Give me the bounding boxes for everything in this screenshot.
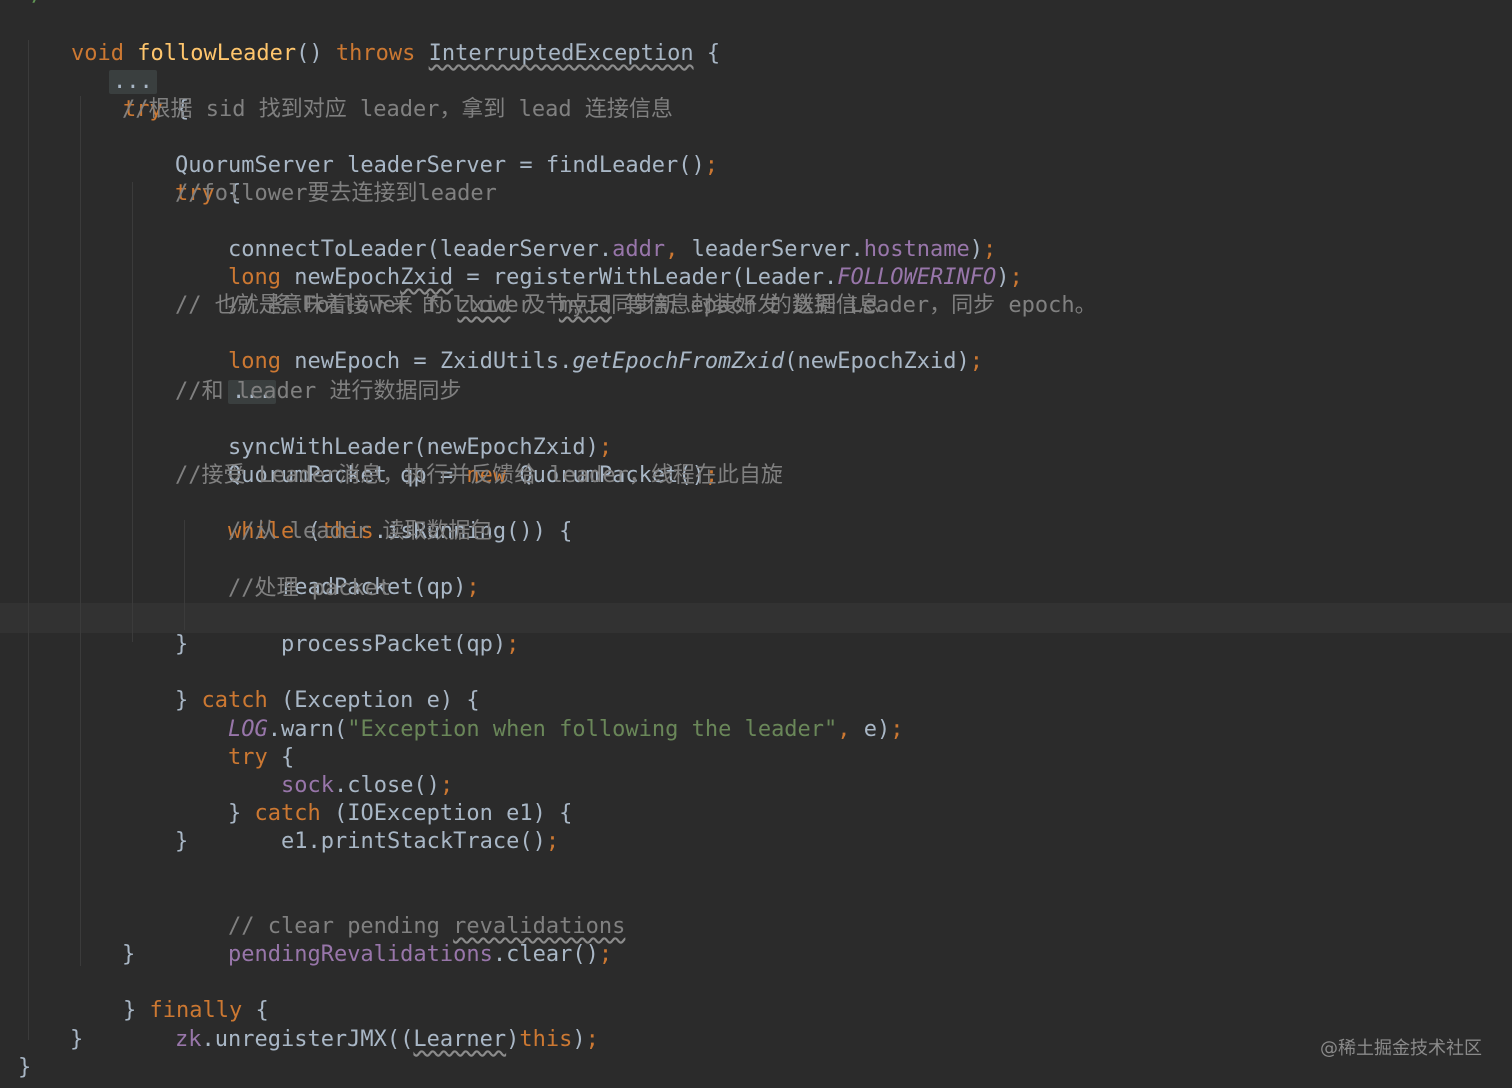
comment-tail: */ bbox=[18, 0, 45, 7]
code-line-23[interactable]: } bbox=[175, 631, 188, 659]
code-line-16[interactable]: QuorumPacket qp = new QuorumPacket(); bbox=[175, 434, 718, 488]
comma: , bbox=[837, 717, 851, 742]
code-line-17[interactable]: //接受 Leader消息，执行并反馈给 leader，线程在此自旋 bbox=[175, 462, 783, 490]
field: zk bbox=[174, 1027, 202, 1052]
code-editor[interactable]: */ void followLeader() throws Interrupte… bbox=[0, 0, 1512, 1088]
code-line-26[interactable]: try { bbox=[175, 716, 294, 770]
current-line-highlight bbox=[0, 603, 1512, 633]
code-line-33[interactable]: } bbox=[122, 941, 135, 969]
code-line-29[interactable]: e1.printStackTrace(); bbox=[228, 800, 559, 854]
semicolon: ; bbox=[466, 575, 480, 600]
string-literal: "Exception when following the leader" bbox=[347, 717, 838, 742]
code-line-20[interactable]: readPacket(qp); bbox=[228, 546, 480, 600]
semicolon: ; bbox=[506, 632, 520, 657]
token: ) bbox=[506, 1027, 520, 1052]
code-line-36[interactable]: } bbox=[70, 1026, 83, 1054]
code-line-18[interactable]: while (this.isRunning()) { bbox=[175, 490, 572, 544]
token: () bbox=[296, 41, 323, 66]
code-line-28[interactable]: } catch (IOException e1) { bbox=[175, 772, 572, 826]
indent-guide bbox=[132, 182, 133, 642]
code-line-3[interactable]: try { bbox=[70, 68, 189, 122]
code-line-4[interactable]: //根据 sid 找到对应 leader，拿到 lead 连接信息 bbox=[122, 96, 673, 124]
type-name: Learner bbox=[413, 1027, 507, 1052]
code-line-30[interactable]: } bbox=[175, 828, 188, 856]
code-line-37[interactable]: } bbox=[18, 1054, 31, 1082]
indent-guide bbox=[28, 40, 29, 1040]
type-name: InterruptedException bbox=[428, 41, 694, 66]
code-line-31[interactable]: // clear pending revalidations bbox=[175, 885, 625, 939]
token: ) bbox=[572, 1027, 586, 1052]
code-line-9[interactable]: long newEpochZxid = registerWithLeader(L… bbox=[175, 236, 1023, 290]
code-line-1[interactable]: void followLeader() throws InterruptedEx… bbox=[18, 12, 720, 66]
static-method: getEpochFromZxid bbox=[572, 349, 785, 374]
keyword: this bbox=[519, 1027, 573, 1052]
semicolon: ; bbox=[545, 829, 560, 854]
code-line-25[interactable]: LOG.warn("Exception when following the l… bbox=[175, 688, 904, 742]
token: e1.printStackTrace() bbox=[280, 829, 546, 854]
code-line-12[interactable]: long newEpoch = ZxidUtils.getEpochFromZx… bbox=[175, 320, 983, 374]
code-line-2[interactable]: ... bbox=[56, 40, 157, 94]
semicolon: ; bbox=[969, 349, 983, 374]
token: .unregisterJMX(( bbox=[201, 1027, 414, 1052]
token: e) bbox=[850, 717, 891, 742]
semicolon: ; bbox=[890, 717, 904, 742]
token: processPacket(qp) bbox=[280, 632, 507, 657]
token: { bbox=[706, 41, 721, 66]
token: QuorumServer leaderServer = findLeader() bbox=[174, 153, 705, 178]
semicolon: ; bbox=[585, 1027, 599, 1052]
indent-guide bbox=[80, 96, 81, 966]
watermark: @稀土掘金技术社区 bbox=[1320, 1038, 1482, 1059]
code-line-22[interactable]: processPacket(qp); bbox=[228, 603, 519, 657]
token: (newEpochZxid) bbox=[784, 349, 970, 374]
code-line-10[interactable]: // 将 Follower 的 zxid 及 myid 等信息封装好发 送到 L… bbox=[175, 264, 1097, 318]
code-line-5[interactable]: QuorumServer leaderServer = findLeader()… bbox=[122, 124, 718, 178]
code-line-7[interactable]: //follower要去连接到leader bbox=[175, 180, 497, 208]
code-line-27[interactable]: sock.close(); bbox=[228, 744, 453, 798]
code-line-8[interactable]: connectToLeader(leaderServer.addr, leade… bbox=[175, 208, 996, 262]
code-line-6[interactable]: try { bbox=[122, 152, 241, 206]
code-line-21[interactable]: //处理 packet bbox=[228, 575, 391, 603]
code-line-32[interactable]: pendingRevalidations.clear(); bbox=[175, 913, 612, 967]
keyword: throws bbox=[335, 41, 416, 66]
code-line-14[interactable]: //和 leader 进行数据同步 bbox=[175, 378, 461, 406]
code-line-19[interactable]: //从 leader 读取数据包 bbox=[228, 518, 492, 546]
semicolon: ; bbox=[704, 153, 719, 178]
method-name: followLeader bbox=[137, 41, 297, 66]
code-line-24[interactable]: } catch (Exception e) { bbox=[122, 659, 480, 713]
token: .clear() bbox=[492, 942, 599, 967]
code-line-34[interactable]: } finally { bbox=[70, 969, 269, 1023]
field: pendingRevalidations bbox=[227, 942, 493, 967]
code-line-15[interactable]: syncWithLeader(newEpochZxid); bbox=[175, 406, 612, 460]
semicolon: ; bbox=[598, 942, 613, 967]
code-line-13[interactable]: ... bbox=[175, 350, 276, 404]
token: newEpoch = ZxidUtils. bbox=[280, 349, 573, 374]
code-line-11[interactable]: // 也就是意味着接下来 follower 节点只同步新 epoch 的数据信息 bbox=[175, 292, 880, 320]
code-line-35[interactable]: zk.unregisterJMX((Learner)this); bbox=[122, 998, 599, 1052]
